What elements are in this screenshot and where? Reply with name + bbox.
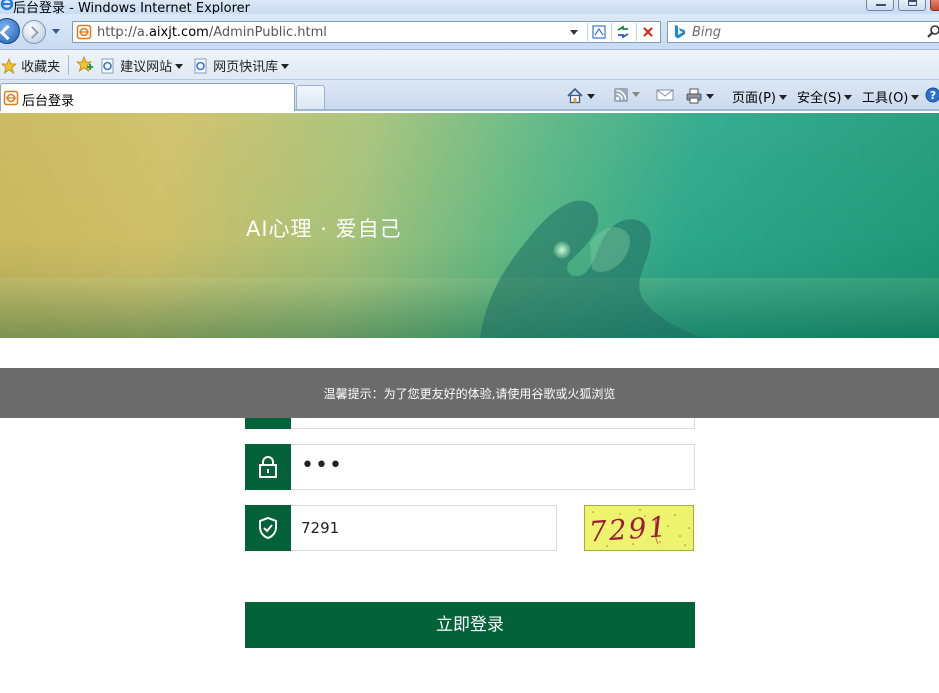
minimize-button[interactable] [866,0,894,11]
stop-icon [643,27,653,37]
page-menu[interactable]: 页面(P) [732,87,787,106]
suggested-sites-link[interactable]: 建议网站 [100,56,184,75]
captcha-icon-box [245,505,291,551]
search-box[interactable] [667,21,939,43]
address-url[interactable]: http://a.aixjt.com/AdminPublic.html [97,25,327,40]
maximize-button[interactable] [898,0,926,11]
favorites-bar: 收藏夹 建议网站 网页快讯库 [0,50,939,80]
tab-title: 后台登录 [22,94,75,109]
favorites-button[interactable]: 收藏夹 [1,56,61,75]
window-title: 后台登录 - Windows Internet Explorer [13,1,250,14]
recent-pages-dropdown[interactable] [52,29,60,34]
password-field [245,444,695,490]
bing-icon [675,25,685,39]
mail-icon [656,89,674,101]
print-icon [686,88,702,104]
back-button[interactable] [0,18,20,44]
home-button[interactable] [566,87,595,105]
browser-notice-bar: 温馨提示：为了您更友好的体验,请使用谷歌或火狐浏览 [0,368,939,418]
banner-slogan: AI心理 · 爱自己 [246,217,402,241]
ie-page-icon [101,58,114,74]
login-button[interactable]: 立即登录 [245,602,695,648]
hero-banner: AI心理 · 爱自己 [0,113,939,338]
feeds-button[interactable] [613,87,640,105]
new-tab-button[interactable] [296,85,325,109]
add-favorite-icon [76,56,93,72]
svg-text:?: ? [930,89,936,102]
search-icon[interactable] [926,24,939,40]
add-favorite-button[interactable] [76,56,94,74]
web-slices-link[interactable]: 网页快讯库 [193,56,290,75]
favorites-label: 收藏夹 [21,60,61,75]
page-icon [3,90,19,106]
ie-icon [0,0,14,11]
shield-check-icon [259,516,277,540]
suggested-sites-label: 建议网站 [120,60,173,75]
window-titlebar: 后台登录 - Windows Internet Explorer [0,0,939,14]
tools-menu[interactable]: 工具(O) [862,87,920,106]
help-button[interactable]: ? [925,87,939,105]
ie-page-icon [194,58,207,74]
lock-icon [259,456,277,478]
close-window-button[interactable] [930,0,939,11]
forward-button[interactable] [22,20,46,44]
search-input[interactable] [692,24,892,40]
password-input[interactable] [301,454,575,476]
page-icon [76,24,92,40]
address-bar[interactable]: http://a.aixjt.com/AdminPublic.html [72,21,661,43]
favorites-separator [68,55,69,75]
help-icon: ? [925,87,939,103]
tab-row: 后台登录 页面(P) 安全(S) 工具(O) ? [0,80,939,111]
password-icon-box [245,444,291,490]
feeds-icon [614,88,628,102]
heart-hands-image [480,200,710,338]
captcha-input[interactable] [301,517,495,539]
stop-button[interactable] [636,23,658,41]
captcha-image[interactable]: 7291 [584,505,694,551]
compat-view-icon [592,25,606,39]
print-button[interactable] [685,87,714,105]
navigation-bar: http://a.aixjt.com/AdminPublic.html [0,14,939,50]
safety-menu[interactable]: 安全(S) [797,87,853,106]
refresh-icon [617,25,629,39]
compat-view-button[interactable] [587,23,609,41]
web-slices-label: 网页快讯库 [213,60,279,75]
tab-admin-login[interactable]: 后台登录 [0,83,295,111]
favorites-star-icon [1,58,17,74]
browser-notice-text: 温馨提示：为了您更友好的体验,请使用谷歌或火狐浏览 [323,387,616,401]
refresh-button[interactable] [611,23,633,41]
read-mail-button[interactable] [656,87,674,105]
home-icon [567,87,583,104]
sun-glow [553,241,571,259]
address-dropdown[interactable] [565,23,583,41]
